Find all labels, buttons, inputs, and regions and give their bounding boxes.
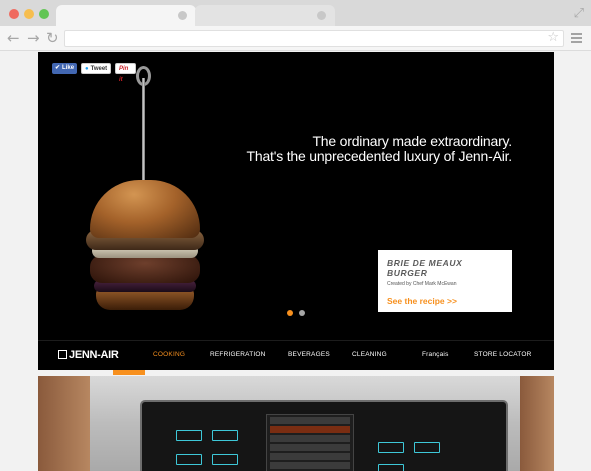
minimize-window-button[interactable] [24,9,34,19]
tagline-line-2: That's the unprecedented luxury of Jenn-… [246,148,513,164]
star-icon[interactable]: ☆ [547,30,559,45]
browser-tab-active[interactable] [56,5,196,27]
wood-cabinet-left [38,376,90,471]
hero-tagline: The ordinary made extraordinary. That's … [246,133,513,164]
thumbs-up-icon: ✔ [55,65,61,71]
nav-store-locator[interactable]: STORE LOCATOR [474,351,532,358]
nav-cooking[interactable]: COOKING [153,351,185,358]
oven-button [212,454,238,465]
oven-button [212,430,238,441]
nav-refrigeration[interactable]: REFRIGERATION [210,351,266,358]
oven-control-panel [140,400,508,471]
forward-arrow-icon[interactable]: → [27,29,40,47]
nav-beverages[interactable]: BEVERAGES [288,351,330,358]
hero-banner: ✔ Like ● Tweet Pin it The ordinary made ex… [38,52,554,370]
oven-button [378,464,404,471]
pinterest-button[interactable]: Pin it [115,63,136,83]
browser-toolbar: ← → ↻ ☆ [0,26,591,51]
oven-button [414,442,440,453]
maximize-window-button[interactable] [39,9,49,19]
recipe-author: Created by Chef Mark McEwan [387,281,457,287]
address-bar[interactable]: ☆ [64,30,564,47]
oven-button [176,454,202,465]
wood-cabinet-right [520,376,554,471]
browser-titlebar: ⤢ [0,0,591,27]
close-window-button[interactable] [9,9,19,19]
jenn-air-logo[interactable]: JENN-AIR [58,349,119,361]
facebook-like-button[interactable]: ✔ Like [52,63,77,74]
like-label: Like [62,65,75,71]
oven-button [378,442,404,453]
tweet-label: Tweet [90,66,108,72]
see-recipe-link[interactable]: See the recipe >> [387,296,503,306]
logo-mark-icon [58,350,67,359]
reload-icon[interactable]: ↻ [46,29,59,47]
tab-close-icon[interactable] [178,11,187,20]
oven-button [176,430,202,441]
fullscreen-icon[interactable]: ⤢ [574,6,584,21]
recipe-card: BRIE DE MEAUX BURGER Created by Chef Mar… [378,250,512,312]
nav-francais[interactable]: Français [422,351,449,358]
recipe-title: BRIE DE MEAUX BURGER [387,258,463,278]
carousel-dot-2[interactable] [299,310,305,316]
active-nav-indicator [113,370,145,375]
twitter-bird-icon: ● [85,66,89,72]
oven-panel-image [38,376,554,471]
browser-tab[interactable] [195,5,335,27]
carousel-dot-1[interactable] [287,310,293,316]
hamburger-menu-icon[interactable] [571,33,582,45]
tagline-line-1: The ordinary made extraordinary. [312,133,512,149]
page-content: ✔ Like ● Tweet Pin it The ordinary made ex… [0,52,591,471]
back-arrow-icon[interactable]: ← [7,29,20,47]
nav-cleaning[interactable]: CLEANING [352,351,387,358]
logo-text: JENN-AIR [69,349,119,361]
tweet-button[interactable]: ● Tweet [81,63,111,74]
tab-close-icon[interactable] [317,11,326,20]
main-nav: JENN-AIR COOKING REFRIGERATION BEVERAGES… [38,340,554,370]
oven-display-screen [266,414,354,471]
